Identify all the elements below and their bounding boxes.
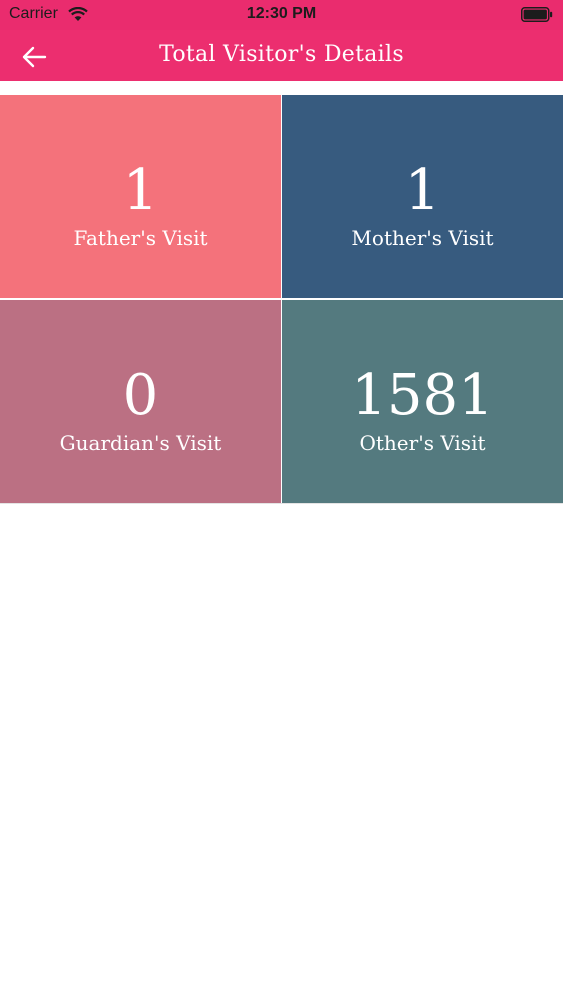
mothers-visit-label: Mother's Visit [351,226,494,250]
others-visit-count: 1581 [351,363,494,428]
clock: 12:30 PM [246,5,317,22]
others-visit-tile[interactable]: 1581 Other's Visit [282,300,563,503]
guardians-visit-tile[interactable]: 0 Guardian's Visit [0,300,281,503]
others-visit-label: Other's Visit [359,431,486,455]
battery-icon [521,7,553,22]
page-title: Total Visitor's Details [159,42,404,67]
fathers-visit-label: Father's Visit [73,226,208,250]
divider [0,503,563,504]
nav-bar: Total Visitor's Details [0,30,563,81]
fathers-visit-count: 1 [122,158,159,223]
status-bar: Carrier 12:30 PM [0,0,563,30]
guardians-visit-label: Guardian's Visit [59,431,222,455]
mothers-visit-tile[interactable]: 1 Mother's Visit [282,95,563,298]
mothers-visit-count: 1 [404,158,441,223]
guardians-visit-count: 0 [122,363,159,428]
visitor-stats-grid: 1 Father's Visit 1 Mother's Visit 0 Guar… [0,95,563,503]
fathers-visit-tile[interactable]: 1 Father's Visit [0,95,281,298]
